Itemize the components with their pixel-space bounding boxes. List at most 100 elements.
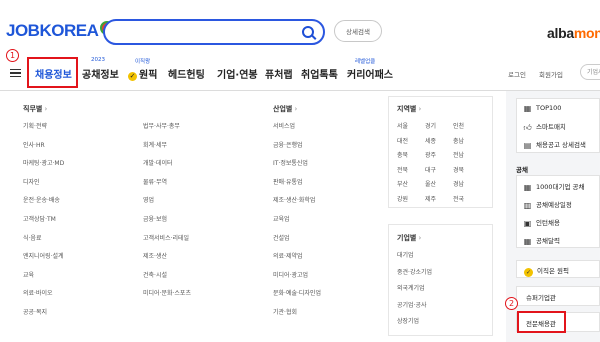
industry-item[interactable]: 건설업 <box>273 233 290 242</box>
side-top100[interactable]: ▦ TOP100 <box>523 104 562 113</box>
industry-item[interactable]: 미디어·광고업 <box>273 270 308 279</box>
login-link[interactable]: 로그인 <box>508 69 526 79</box>
region-item[interactable]: 강원 <box>397 194 408 203</box>
annotation-number-2: 2 <box>505 297 518 310</box>
job-category-item[interactable]: 기획·전략 <box>23 121 47 130</box>
annotation-highlight-2 <box>517 311 566 333</box>
job-category-item[interactable]: 인사·HR <box>23 140 45 149</box>
job-category-item[interactable]: 미디어·문화·스포츠 <box>143 288 191 297</box>
region-item[interactable]: 전국 <box>453 194 464 203</box>
nav-wonpick-label: 원픽 <box>139 70 158 81</box>
industry-item[interactable]: 문화·예술·디자인업 <box>273 288 321 297</box>
search-input[interactable] <box>103 19 325 45</box>
region-item[interactable]: 제주 <box>425 194 436 203</box>
industry-item[interactable]: IT·정보통신업 <box>273 158 308 167</box>
region-item[interactable]: 전북 <box>397 165 408 174</box>
job-category-item[interactable]: 디자인 <box>23 177 40 186</box>
job-category-item[interactable]: 영업 <box>143 195 154 204</box>
region-item[interactable]: 대구 <box>425 165 436 174</box>
region-item[interactable]: 충북 <box>397 150 408 159</box>
job-category-item[interactable]: 건축·시설 <box>143 270 167 279</box>
grid-icon: ▦ <box>523 183 532 192</box>
search-icon[interactable] <box>302 26 314 38</box>
company-service-button[interactable]: 기업서비스 <box>580 64 600 80</box>
industry-heading[interactable]: 산업별 <box>273 104 297 114</box>
company-heading[interactable]: 기업별 <box>397 233 421 243</box>
side-detail-search[interactable]: ▤ 채용공고 상세검색 <box>523 139 586 150</box>
nav-item-company-salary[interactable]: 기업·연봉 <box>217 66 258 81</box>
region-item[interactable]: 경북 <box>453 165 464 174</box>
job-category-item[interactable]: 의료·바이오 <box>23 288 53 297</box>
job-category-item[interactable]: 물류·무역 <box>143 177 167 186</box>
side-1000-label: 1000대기업 공채 <box>536 183 585 191</box>
industry-item[interactable]: 서비스업 <box>273 121 295 130</box>
nav-item-gongchae[interactable]: 공채정보 <box>82 66 119 81</box>
nav-sup-ijikwang: 이직왕 <box>135 59 151 65</box>
side-intern[interactable]: ▣ 인턴채용 <box>523 217 560 228</box>
industry-item[interactable]: 의료·제약업 <box>273 251 303 260</box>
company-type-item[interactable]: 외국계기업 <box>397 283 425 292</box>
job-category-item[interactable]: 고객서비스·리테일 <box>143 233 189 242</box>
calendar-icon: ▥ <box>523 201 532 210</box>
region-item[interactable]: 세종 <box>425 136 436 145</box>
side-calendar[interactable]: ▦ 공채달력 <box>523 235 560 246</box>
region-item[interactable]: 인천 <box>453 121 464 130</box>
albamon-logo[interactable]: albamon <box>547 25 600 41</box>
company-type-item[interactable]: 공기업·공사 <box>397 300 427 309</box>
nav-item-careerpass[interactable]: 커리어패스 <box>347 66 393 81</box>
nav-item-futurelab[interactable]: 퓨처랩 <box>265 66 293 81</box>
nav-sup-levelup: 레벨업클 <box>355 59 376 65</box>
job-category-item[interactable]: 법무·사무·총무 <box>143 121 180 130</box>
region-item[interactable]: 대전 <box>397 136 408 145</box>
thumbs-up-icon: 👍︎ <box>523 123 532 132</box>
job-category-item[interactable]: 엔지니어링·설계 <box>23 251 64 260</box>
side-intern-label: 인턴채용 <box>536 219 560 227</box>
region-item[interactable]: 울산 <box>425 179 436 188</box>
nav-item-chwiuptoktok[interactable]: 취업톡톡 <box>301 66 338 81</box>
signup-link[interactable]: 회원가입 <box>539 69 563 79</box>
industry-item[interactable]: 기관·협회 <box>273 307 297 316</box>
job-category-item[interactable]: 공공·복지 <box>23 307 47 316</box>
industry-item[interactable]: 금융·은행업 <box>273 140 303 149</box>
company-type-item[interactable]: 상장기업 <box>397 316 419 325</box>
company-type-item[interactable]: 대기업 <box>397 250 414 259</box>
company-type-item[interactable]: 중견·강소기업 <box>397 267 432 276</box>
job-category-heading[interactable]: 직무별 <box>23 104 47 114</box>
industry-item[interactable]: 교육업 <box>273 214 290 223</box>
side-schedule[interactable]: ▥ 공채예상일정 <box>523 199 572 210</box>
hamburger-menu-icon[interactable] <box>10 69 21 77</box>
side-wonpick[interactable]: ✓ 이직은 원픽 <box>524 265 569 277</box>
annotation-number-1: 1 <box>6 49 19 62</box>
region-item[interactable]: 광주 <box>425 150 436 159</box>
region-heading[interactable]: 지역별 <box>397 104 421 114</box>
industry-item[interactable]: 제조·생산·화학업 <box>273 195 315 204</box>
region-item[interactable]: 전남 <box>453 150 464 159</box>
side-wonpick-label: 이직은 원픽 <box>537 267 569 275</box>
job-category-item[interactable]: 마케팅·광고·MD <box>23 158 64 167</box>
industry-item[interactable]: 판매·유통업 <box>273 177 303 186</box>
gongchae-heading: 공채 <box>516 166 528 174</box>
nav-item-headhunting[interactable]: 헤드헌팅 <box>168 66 205 81</box>
job-category-item[interactable]: 회계·세무 <box>143 140 167 149</box>
job-category-item[interactable]: 제조·생산 <box>143 251 167 260</box>
job-category-item[interactable]: 운전·운송·배송 <box>23 195 60 204</box>
side-schedule-label: 공채예상일정 <box>536 201 572 209</box>
nav-item-wonpick[interactable]: ✓ 원픽 <box>128 66 157 81</box>
calendar-grid-icon: ▦ <box>523 237 532 246</box>
region-item[interactable]: 부산 <box>397 179 408 188</box>
side-1000-companies[interactable]: ▦ 1000대기업 공채 <box>523 181 585 192</box>
region-item[interactable]: 충남 <box>453 136 464 145</box>
nav-item-jobs[interactable]: 채용정보 <box>35 66 72 81</box>
advanced-search-button[interactable]: 상세검색 <box>334 20 382 42</box>
side-super-company[interactable]: 슈퍼기업관 <box>526 292 556 302</box>
job-category-item[interactable]: 교육 <box>23 270 34 279</box>
job-category-item[interactable]: 고객상담·TM <box>23 214 56 223</box>
region-item[interactable]: 서울 <box>397 121 408 130</box>
region-item[interactable]: 경남 <box>453 179 464 188</box>
job-category-item[interactable]: 식·음료 <box>23 233 41 242</box>
jobkorea-logo[interactable]: JOBKOREA <box>6 21 115 41</box>
region-item[interactable]: 경기 <box>425 121 436 130</box>
job-category-item[interactable]: 금융·보험 <box>143 214 167 223</box>
side-smartmatch[interactable]: 👍︎ 스마트매치 <box>523 121 566 132</box>
job-category-item[interactable]: 개발·데이터 <box>143 158 173 167</box>
